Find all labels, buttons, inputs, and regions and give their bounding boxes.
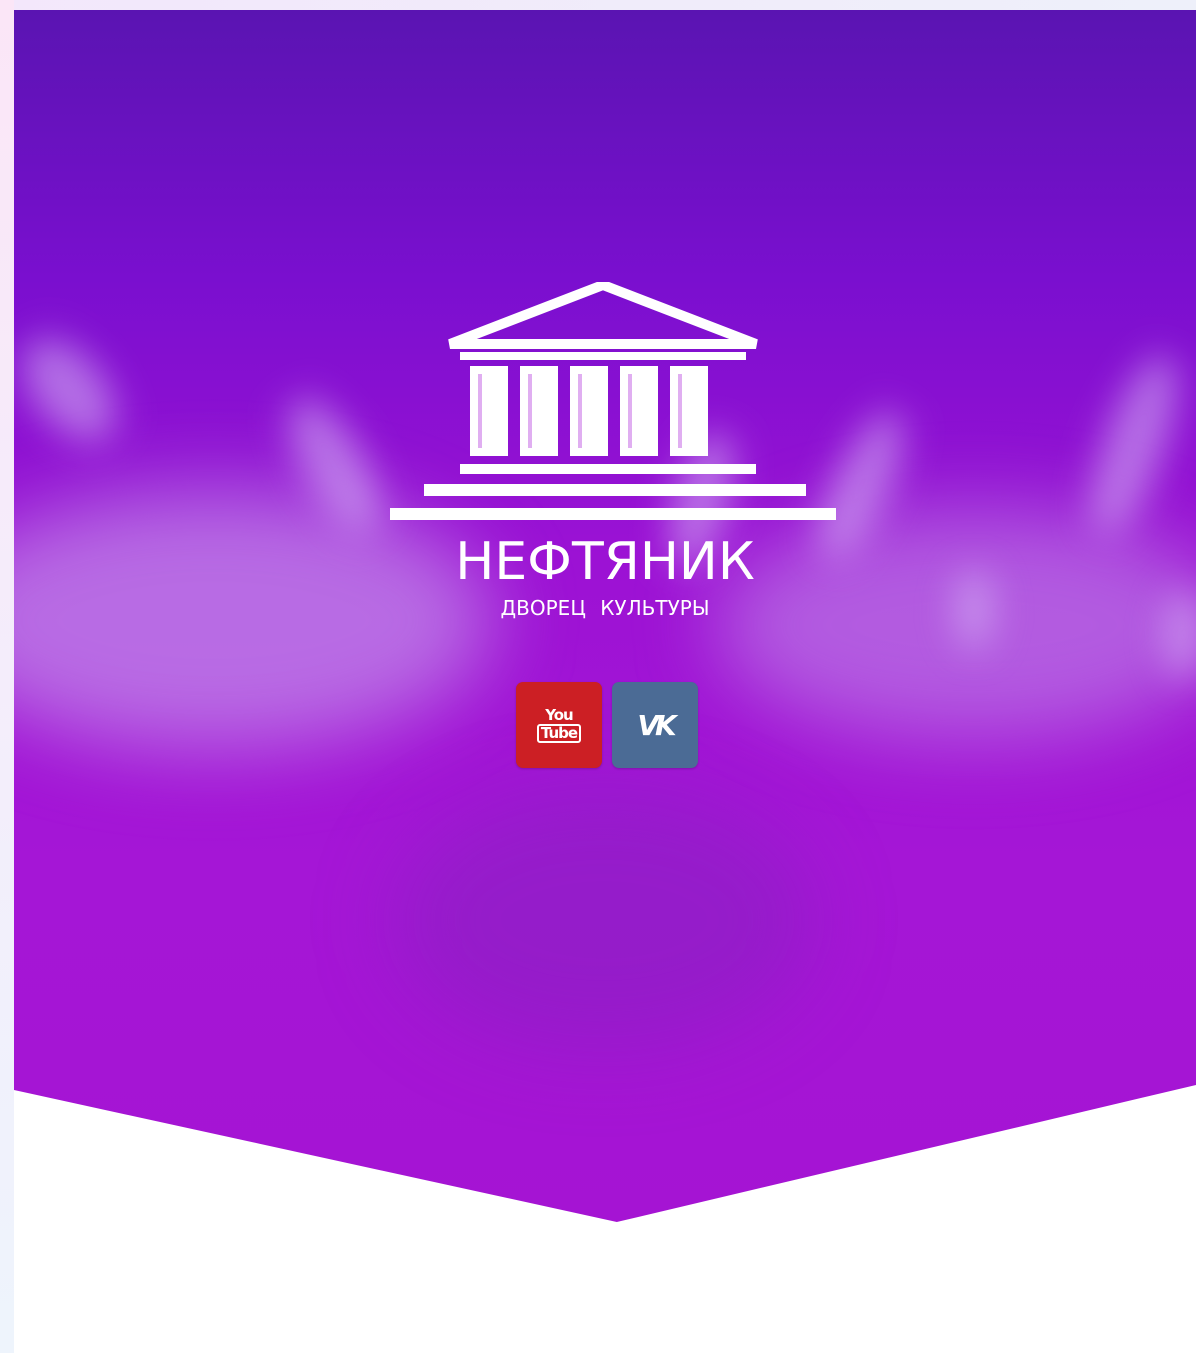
brand-name: НЕФТЯНИК [455, 532, 755, 592]
vk-icon: VK [637, 708, 676, 742]
social-links: You Tube VK [516, 682, 698, 768]
logo[interactable]: НЕФТЯНИК ДВОРЕЦ КУЛЬТУРЫ [374, 282, 836, 627]
palace-icon [390, 282, 836, 520]
page-content: НЕФТЯНИК ДВОРЕЦ КУЛЬТУРЫ You Tube VK [14, 10, 1196, 1353]
page: НЕФТЯНИК ДВОРЕЦ КУЛЬТУРЫ You Tube VK [0, 0, 1196, 1353]
vk-button[interactable]: VK [612, 682, 698, 768]
stage-light-beam [1164, 590, 1196, 680]
window-frame-top [0, 0, 1196, 10]
youtube-button[interactable]: You Tube [516, 682, 602, 768]
stage-light-beam [1073, 345, 1195, 545]
hero-banner: НЕФТЯНИК ДВОРЕЦ КУЛЬТУРЫ You Tube VK [14, 10, 1196, 1222]
window-frame-left [0, 0, 14, 1353]
background-glow [394, 790, 814, 1050]
stage-light-beam [954, 570, 994, 650]
youtube-icon-text-bottom: Tube [536, 723, 582, 743]
youtube-icon: You Tube [536, 705, 582, 743]
youtube-icon-text-top: You [545, 705, 573, 724]
stage-light-beam [14, 321, 135, 459]
brand-subtitle: ДВОРЕЦ КУЛЬТУРЫ [500, 596, 710, 620]
